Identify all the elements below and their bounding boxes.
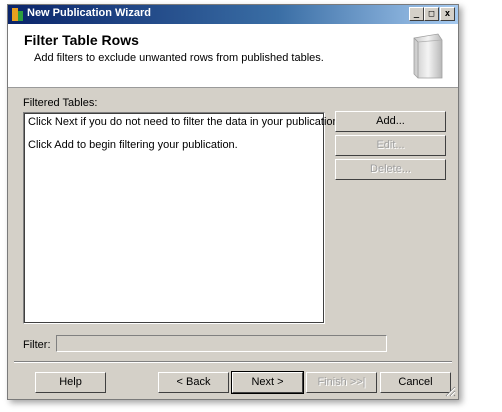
close-button[interactable]: x (440, 7, 455, 21)
filtered-tables-label: Filtered Tables: (23, 97, 98, 109)
footer-separator (14, 361, 452, 363)
cancel-button[interactable]: Cancel (380, 372, 451, 393)
window-title: New Publication Wizard (27, 7, 151, 19)
delete-button[interactable]: Delete... (335, 159, 446, 180)
list-instruction-add: Click Add to begin filtering your public… (28, 139, 238, 151)
list-instruction-next: Click Next if you do not need to filter … (28, 116, 342, 128)
filter-label: Filter: (23, 339, 51, 351)
finish-button[interactable]: Finish >>| (306, 372, 377, 393)
back-button[interactable]: < Back (158, 372, 229, 393)
next-button[interactable]: Next > (231, 371, 304, 394)
filtered-tables-list[interactable]: Click Next if you do not need to filter … (23, 112, 342, 324)
filter-field[interactable] (56, 335, 387, 352)
add-button[interactable]: Add... (335, 111, 446, 132)
app-icon (12, 8, 23, 21)
maximize-button[interactable]: □ (424, 7, 439, 21)
resize-grip-icon[interactable] (444, 385, 456, 397)
minimize-button[interactable]: _ (409, 7, 424, 21)
title-bar[interactable]: New Publication Wizard _ □ x (8, 5, 458, 24)
edit-button[interactable]: Edit... (335, 135, 446, 156)
help-button[interactable]: Help (35, 372, 106, 393)
wizard-window: New Publication Wizard _ □ x Filter Tabl… (7, 4, 459, 400)
wizard-header: Filter Table Rows Add filters to exclude… (8, 24, 458, 88)
page-subtitle: Add filters to exclude unwanted rows fro… (34, 52, 324, 64)
page-title: Filter Table Rows (24, 32, 139, 48)
wizard-book-icon (413, 33, 443, 79)
